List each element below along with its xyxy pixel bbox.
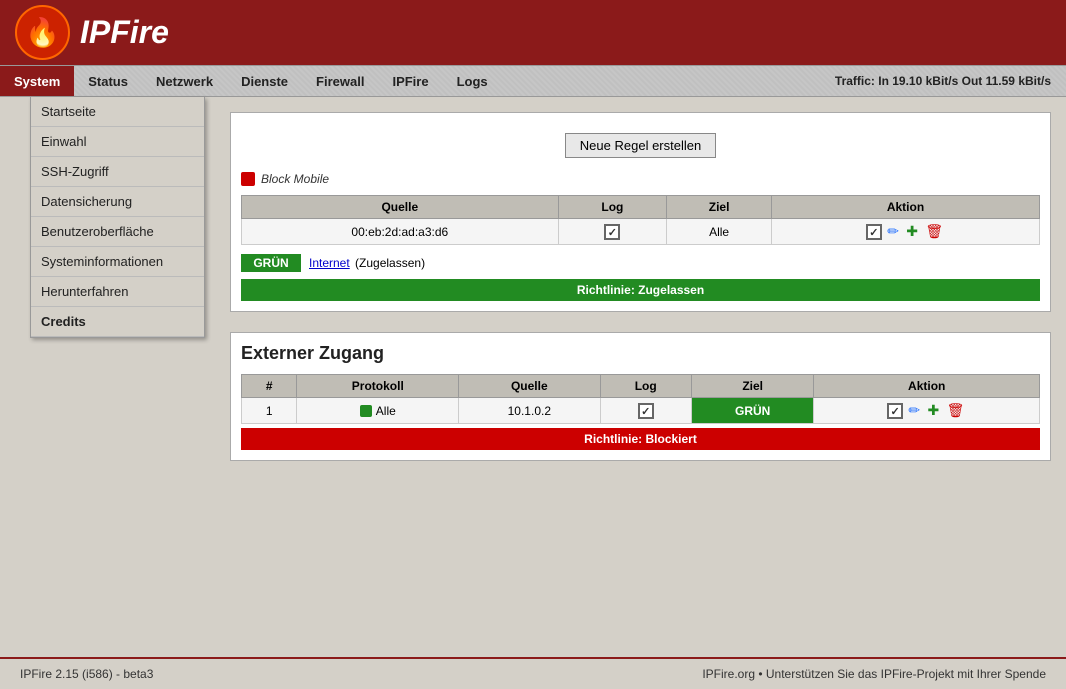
col2-protokoll: Protokoll [297,375,459,398]
col2-num: # [242,375,297,398]
dest-cell: Alle [667,219,772,245]
enable-checkbox[interactable] [866,224,882,240]
col-log: Log [558,196,667,219]
table-row: 1 Alle 10.1.0.2 GRÜN [242,398,1040,424]
firewall-table-2: # Protokoll Quelle Log Ziel Aktion 1 [241,374,1040,424]
sidebar-item-credits[interactable]: Credits [31,307,204,337]
copy-icon-2[interactable]: ✚ [928,402,940,419]
protocol-dot [360,405,372,417]
internet-note: (Zugelassen) [355,256,425,270]
action-cell: ✏ ✚ 🗑 [772,219,1040,245]
edit-icon-2[interactable]: ✏ [908,402,920,419]
gruen-badge: GRÜN [241,254,301,272]
logo-icon: 🔥 [25,16,60,49]
col2-ziel: Ziel [691,375,814,398]
enable-checkbox-2[interactable] [887,403,903,419]
delete-icon-2[interactable]: 🗑 [947,402,965,419]
new-rule-btn-row: Neue Regel erstellen [241,123,1040,168]
footer-right: IPFire.org • Unterstützen Sie das IPFire… [702,667,1046,681]
sidebar-item-systeminformationen[interactable]: Systeminformationen [31,247,204,277]
nav-status[interactable]: Status [74,66,142,96]
sidebar-item-startseite[interactable]: Startseite [31,97,204,127]
internet-label: Internet (Zugelassen) [309,256,425,270]
firewall-table-1: Quelle Log Ziel Aktion 00:eb:2d:ad:a3:d6… [241,195,1040,245]
sidebar-item-einwahl[interactable]: Einwahl [31,127,204,157]
blocked-row: Block Mobile [241,168,1040,190]
internet-link[interactable]: Internet [309,256,350,270]
row2-action: ✏ ✚ 🗑 [814,398,1040,424]
blocked-label: Block Mobile [261,172,329,186]
col2-aktion: Aktion [814,375,1040,398]
col2-log: Log [600,375,691,398]
sidebar-item-benutzeroberflaeche[interactable]: Benutzeroberfläche [31,217,204,247]
col-aktion: Aktion [772,196,1040,219]
row2-source: 10.1.0.2 [459,398,600,424]
col-quelle: Quelle [242,196,559,219]
nav-ipfire[interactable]: IPFire [378,66,442,96]
policy-bar-2: Richtlinie: Blockiert [241,428,1040,450]
rule-panel-2: Externer Zugang # Protokoll Quelle Log Z… [230,332,1051,461]
log-cell [558,219,667,245]
copy-icon[interactable]: ✚ [906,223,918,240]
row2-protocol: Alle [297,398,459,424]
nav-firewall[interactable]: Firewall [302,66,378,96]
row2-num: 1 [242,398,297,424]
header: 🔥 IPFire [0,0,1066,65]
site-title: IPFire [80,14,169,51]
delete-icon[interactable]: 🗑 [925,223,943,240]
table-row: 00:eb:2d:ad:a3:d6 Alle ✏ ✚ 🗑 [242,219,1040,245]
rule-panel-1: Neue Regel erstellen Block Mobile Quelle… [230,112,1051,312]
source-cell: 00:eb:2d:ad:a3:d6 [242,219,559,245]
sidebar-item-datensicherung[interactable]: Datensicherung [31,187,204,217]
protocol-label: Alle [376,404,396,418]
page-content: Neue Regel erstellen Block Mobile Quelle… [215,97,1066,657]
main-content: Startseite Einwahl SSH-Zugriff Datensich… [0,97,1066,657]
sidebar-item-herunterfahren[interactable]: Herunterfahren [31,277,204,307]
traffic-info: Traffic: In 19.10 kBit/s Out 11.59 kBit/… [835,74,1066,88]
sidebar-item-ssh[interactable]: SSH-Zugriff [31,157,204,187]
nav-logs[interactable]: Logs [443,66,502,96]
row2-dest: GRÜN [691,398,814,424]
sidebar-dropdown: Startseite Einwahl SSH-Zugriff Datensich… [30,97,205,338]
nav-dienste[interactable]: Dienste [227,66,302,96]
col2-quelle: Quelle [459,375,600,398]
new-rule-button[interactable]: Neue Regel erstellen [565,133,716,158]
footer: IPFire 2.15 (i586) - beta3 IPFire.org • … [0,657,1066,689]
footer-left: IPFire 2.15 (i586) - beta3 [20,667,153,681]
navbar: System Status Netzwerk Dienste Firewall … [0,65,1066,97]
network-row: GRÜN Internet (Zugelassen) [241,251,1040,275]
row2-log [600,398,691,424]
policy-bar-1: Richtlinie: Zugelassen [241,279,1040,301]
edit-icon[interactable]: ✏ [887,223,899,240]
section2-title: Externer Zugang [241,343,1040,364]
col-ziel: Ziel [667,196,772,219]
nav-netzwerk[interactable]: Netzwerk [142,66,227,96]
log-checkbox-2[interactable] [638,403,654,419]
log-checkbox[interactable] [604,224,620,240]
blocked-dot-icon [241,172,255,186]
nav-system[interactable]: System [0,66,74,96]
logo: 🔥 [15,5,70,60]
